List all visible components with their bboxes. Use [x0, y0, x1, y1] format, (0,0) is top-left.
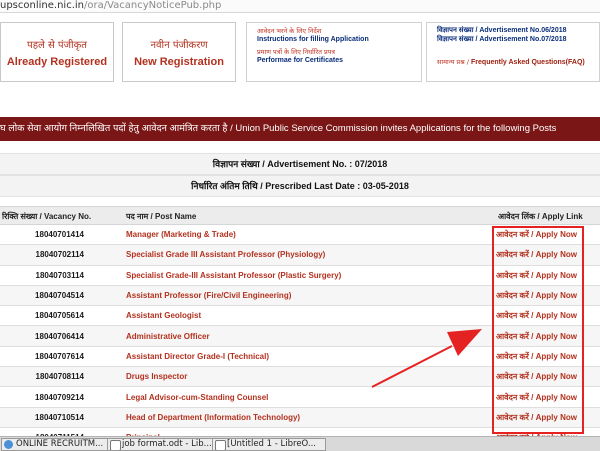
- taskbar-item-calc[interactable]: [Untitled 1 - LibreO...: [212, 438, 326, 451]
- taskbar-item-label: [Untitled 1 - LibreO...: [227, 439, 317, 449]
- writer-doc-icon: [110, 440, 121, 450]
- taskbar-item-writer[interactable]: job format.odt - Lib...: [107, 438, 225, 451]
- taskbar: ONLINE RECRUITM... job format.odt - Lib.…: [0, 436, 600, 451]
- calc-doc-icon: [215, 440, 226, 450]
- taskbar-item-browser[interactable]: ONLINE RECRUITM...: [1, 438, 120, 451]
- chrome-icon: [4, 440, 13, 449]
- taskbar-item-label: ONLINE RECRUITM...: [16, 439, 104, 449]
- annotation-arrow-icon: [371, 329, 482, 388]
- taskbar-item-label: job format.odt - Lib...: [122, 439, 212, 449]
